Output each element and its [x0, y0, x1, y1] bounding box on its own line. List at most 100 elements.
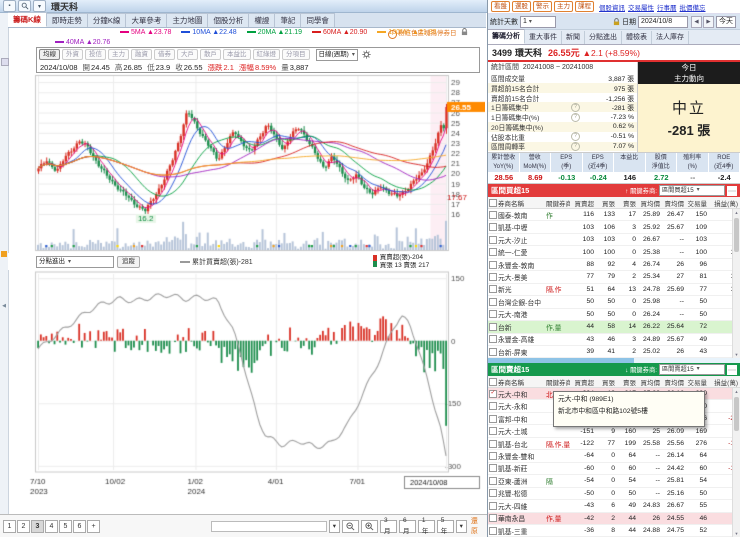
- row-checkbox[interactable]: [488, 248, 498, 257]
- row-checkbox[interactable]: [488, 514, 498, 523]
- scroll-thumb[interactable]: [734, 218, 739, 252]
- period-button[interactable]: 5年: [436, 517, 454, 535]
- column-header[interactable]: 關鍵券商: [546, 198, 570, 208]
- column-header[interactable]: 買均價: [636, 377, 661, 387]
- question-icon[interactable]: [571, 132, 580, 142]
- overlay-chip[interactable]: 大戶: [177, 49, 198, 60]
- lock-icon[interactable]: [461, 28, 468, 36]
- search-icon[interactable]: [18, 0, 31, 12]
- broker-row[interactable]: 元大-景美7779225.34278110: [488, 271, 740, 284]
- zoom-in-icon[interactable]: [361, 519, 379, 533]
- header-checkbox[interactable]: [488, 377, 498, 386]
- column-header[interactable]: 交易量: [684, 377, 708, 387]
- header-checkbox[interactable]: [488, 198, 498, 207]
- checkbox-icon[interactable]: [489, 451, 497, 460]
- column-header[interactable]: 買張: [594, 198, 615, 208]
- broker-row[interactable]: 統一-仁愛100100025.38--10012: [488, 246, 740, 259]
- overlay-chip[interactable]: 紅綠燈: [252, 49, 280, 60]
- buy-table-hscrollbar[interactable]: [488, 358, 740, 363]
- bullet-icon[interactable]: ▪: [3, 0, 16, 12]
- page-button[interactable]: 5: [59, 519, 72, 533]
- broker-row[interactable]: 凱基-三重-3684424.8824.7552-7: [488, 524, 740, 537]
- question-icon[interactable]: [571, 102, 580, 112]
- row-checkbox[interactable]: [488, 464, 498, 473]
- sell-key-broker-select[interactable]: 區間賣超15: [659, 364, 725, 375]
- chart-tab[interactable]: 分鐘K線: [87, 13, 127, 27]
- broker-row[interactable]: 亞東-蘆洲隔-54054--25.8154-4: [488, 475, 740, 488]
- grid-icon[interactable]: [727, 185, 737, 196]
- checkbox-icon[interactable]: [489, 489, 497, 498]
- broker-row[interactable]: 兆豐-松德-50050--25.1650-7: [488, 487, 740, 501]
- reset-button[interactable]: 還原: [471, 516, 484, 536]
- period-button[interactable]: 6月: [398, 517, 416, 535]
- quick-button[interactable]: 主力: [554, 1, 573, 12]
- overlay-chip[interactable]: 借券: [154, 49, 175, 60]
- chart-tab[interactable]: 大單參考: [126, 13, 168, 27]
- analysis-tab[interactable]: 籌碼分析: [488, 29, 525, 44]
- overlay-chip[interactable]: 分項目: [282, 49, 310, 60]
- question-icon[interactable]: [571, 112, 580, 122]
- analysis-tab[interactable]: 法人庫存: [652, 31, 689, 44]
- period-select[interactable]: 日線(週期): [315, 48, 358, 61]
- row-checkbox[interactable]: [488, 347, 498, 356]
- column-header[interactable]: 買均價: [636, 198, 661, 208]
- checkbox-icon[interactable]: [489, 501, 497, 510]
- overlay-chip[interactable]: 本益比: [223, 49, 251, 60]
- chart-tab[interactable]: 主力地圖: [167, 13, 209, 27]
- checkbox-icon[interactable]: [489, 260, 497, 269]
- row-checkbox[interactable]: [488, 285, 498, 294]
- grid-icon[interactable]: [727, 364, 737, 375]
- checkbox-icon[interactable]: [489, 322, 497, 331]
- overlay-chip[interactable]: 散戶: [200, 49, 221, 60]
- gear-icon[interactable]: [358, 50, 371, 59]
- checkbox-icon[interactable]: [489, 526, 497, 535]
- column-header[interactable]: 券商名稱: [498, 377, 546, 387]
- checkbox-icon[interactable]: [489, 514, 497, 523]
- main-chart-canvas[interactable]: [8, 74, 485, 254]
- row-checkbox[interactable]: [488, 439, 498, 448]
- row-checkbox[interactable]: [488, 260, 498, 269]
- row-checkbox[interactable]: [488, 297, 498, 306]
- row-checkbox[interactable]: [488, 235, 498, 244]
- chart-tab[interactable]: 同學會: [301, 13, 335, 27]
- broker-row[interactable]: 華南永昌作,量-422442624.5546-9: [488, 512, 740, 525]
- column-header[interactable]: 交易量: [684, 198, 708, 208]
- row-checkbox[interactable]: [488, 414, 498, 423]
- top-link[interactable]: 個股資訊: [599, 2, 625, 12]
- checkbox-icon[interactable]: [489, 285, 497, 294]
- scroll-up-icon[interactable]: ▲: [733, 388, 740, 395]
- row-checkbox[interactable]: [488, 427, 498, 436]
- chart-tab[interactable]: 籌碼K線: [8, 12, 47, 27]
- row-checkbox[interactable]: [488, 322, 498, 331]
- checkbox-icon[interactable]: [489, 427, 497, 436]
- buy-key-broker-select[interactable]: 區間買超15: [659, 185, 725, 196]
- column-header[interactable]: 關鍵券商: [546, 377, 570, 387]
- column-header[interactable]: 損益(萬): [707, 377, 740, 387]
- checkbox-icon[interactable]: [489, 248, 497, 257]
- checkbox-icon[interactable]: [489, 272, 497, 281]
- marker-icon[interactable]: [1, 251, 7, 257]
- column-header[interactable]: 買賣超: [570, 377, 595, 387]
- broker-row[interactable]: 元大-南港5050026.24--502: [488, 308, 740, 322]
- chart-tab[interactable]: 即時走勢: [46, 13, 88, 27]
- buy-table-scrollbar[interactable]: ▲ ▼: [732, 209, 740, 358]
- analysis-tab[interactable]: 分點進出: [585, 31, 622, 44]
- row-checkbox[interactable]: [488, 476, 498, 485]
- analysis-tab[interactable]: 重大事件: [525, 31, 562, 44]
- chart-scrollbar[interactable]: [211, 520, 327, 532]
- chevron-down-icon[interactable]: ▾: [328, 519, 341, 533]
- checkbox-icon[interactable]: [489, 223, 497, 232]
- row-checkbox[interactable]: [488, 272, 498, 281]
- overlay-chip[interactable]: 外資: [62, 49, 83, 60]
- analysis-tab[interactable]: 體檢表: [622, 31, 652, 44]
- chart-tab[interactable]: 個股分析: [208, 13, 250, 27]
- row-checkbox[interactable]: [488, 451, 498, 460]
- top-link[interactable]: 批價備忘: [680, 2, 706, 12]
- days-select[interactable]: 1: [520, 15, 556, 28]
- period-button[interactable]: 3月: [380, 517, 397, 535]
- chevron-down-icon[interactable]: ▾: [33, 0, 46, 12]
- checkbox-icon[interactable]: [489, 347, 497, 356]
- scroll-down-icon[interactable]: ▼: [733, 530, 740, 537]
- row-checkbox[interactable]: [488, 526, 498, 535]
- overlay-chip[interactable]: 主力: [108, 49, 129, 60]
